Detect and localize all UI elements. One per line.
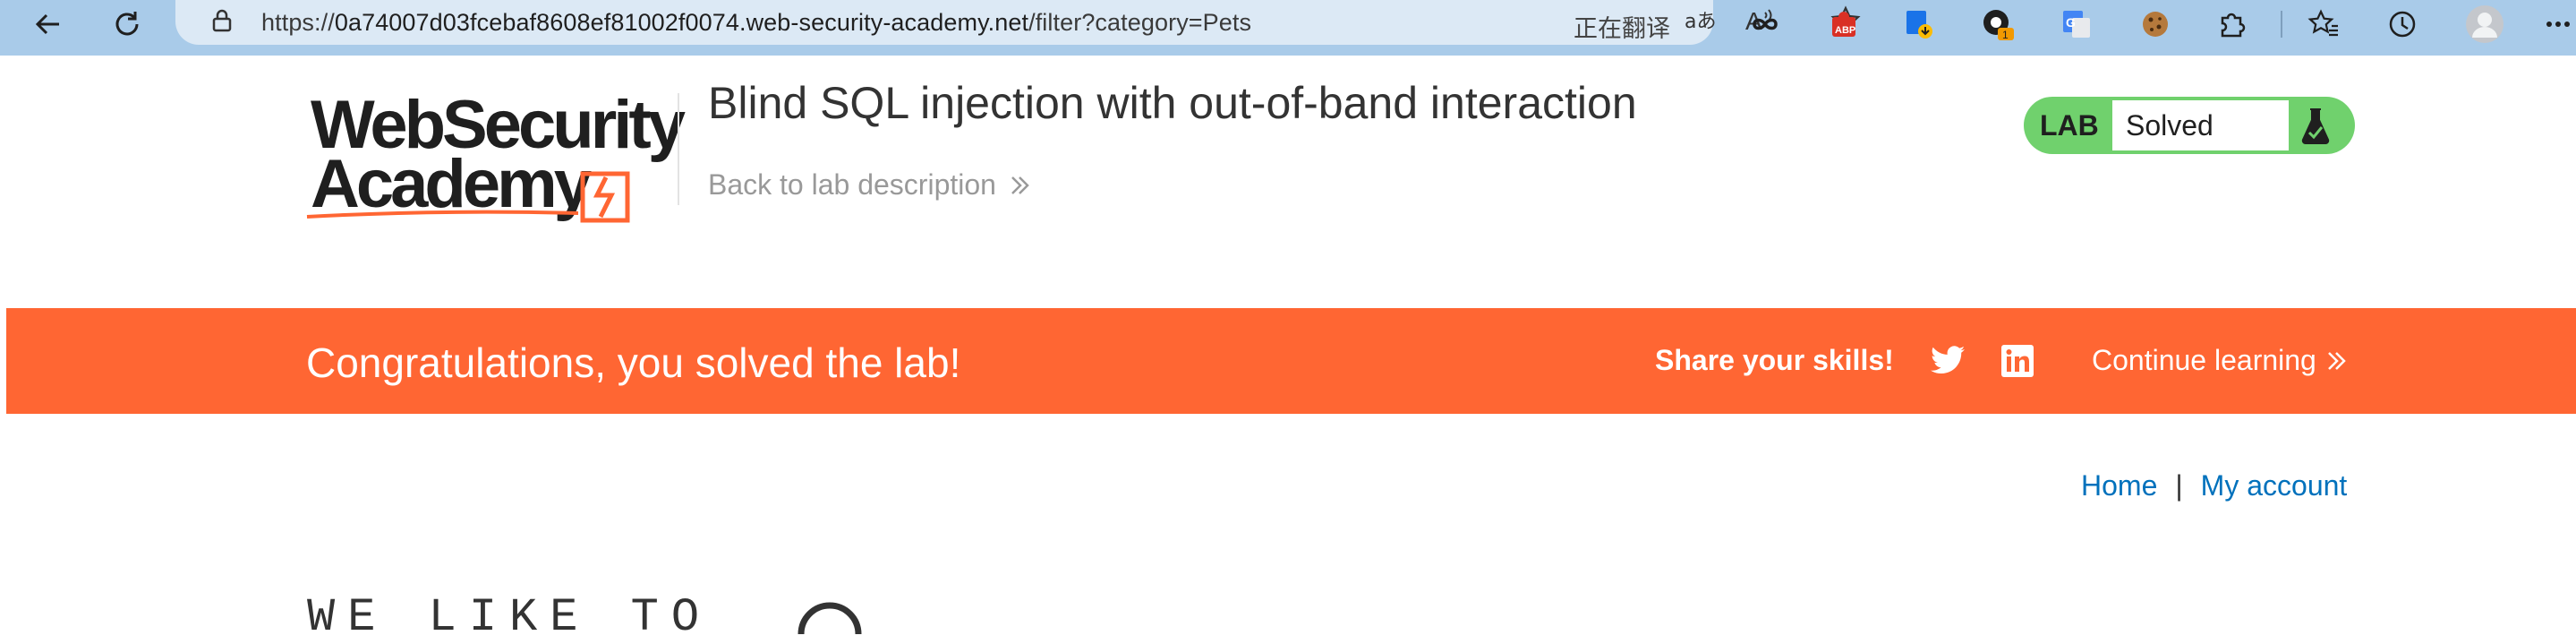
history-icon[interactable] <box>2379 4 2426 45</box>
reload-icon[interactable] <box>104 4 150 45</box>
congratulations-message: Congratulations, you solved the lab! <box>306 339 961 386</box>
nav-separator: | <box>2175 469 2183 502</box>
flask-icon <box>2301 108 2330 144</box>
cookie-extension-icon[interactable] <box>2132 4 2179 45</box>
continue-learning-link[interactable]: Continue learning <box>2092 344 2349 377</box>
svg-text:aあ: aあ <box>1685 11 1716 33</box>
lab-title: Blind SQL injection with out-of-band int… <box>708 78 1637 128</box>
hero-heading: WE LIKE TO <box>307 591 712 644</box>
lab-status-badge: LAB Solved <box>2024 97 2355 154</box>
double-chevron-right-icon <box>1011 176 1029 194</box>
svg-text:G: G <box>2066 15 2076 30</box>
nav-my-account-link[interactable]: My account <box>2201 469 2348 502</box>
header-divider <box>678 93 679 205</box>
twitter-icon[interactable] <box>1931 346 1966 376</box>
double-chevron-right-icon <box>2327 351 2346 370</box>
url-prefix: https:// <box>261 9 335 36</box>
top-nav: Home | My account <box>2081 469 2347 502</box>
infinity-extension-icon[interactable] <box>1742 4 1788 45</box>
site-info-icon[interactable] <box>199 0 245 41</box>
notification-extension-icon[interactable]: 1 <box>1975 4 2021 45</box>
hero-search-graphic <box>798 602 862 634</box>
download-extension-icon[interactable] <box>1896 4 1942 45</box>
browser-toolbar: https://0a74007d03fcebaf8608ef81002f0074… <box>0 0 2576 56</box>
logo-swoosh-icon <box>306 210 579 219</box>
adblock-extension-icon[interactable]: ABP <box>1821 4 1867 45</box>
url-text[interactable]: https://0a74007d03fcebaf8608ef81002f0074… <box>261 9 1251 37</box>
back-to-lab-description-link[interactable]: Back to lab description <box>708 168 1032 202</box>
back-arrow-icon[interactable] <box>25 4 72 45</box>
continue-learning-label: Continue learning <box>2092 344 2316 376</box>
lab-status-text: Solved <box>2126 109 2213 142</box>
favorites-icon[interactable] <box>2300 4 2347 45</box>
toolbar-separator <box>2281 11 2282 38</box>
linkedin-icon[interactable] <box>2000 344 2034 378</box>
more-icon[interactable] <box>2540 4 2576 45</box>
address-bar[interactable]: https://0a74007d03fcebaf8608ef81002f0074… <box>175 0 1861 45</box>
page-content: WebSecurity Academy Blind SQL injection … <box>6 56 2576 644</box>
nav-home-link[interactable]: Home <box>2081 469 2157 502</box>
translate-status: 正在翻译 <box>1574 15 1670 43</box>
profile-avatar-icon[interactable] <box>2461 4 2508 45</box>
extensions-puzzle-icon[interactable] <box>2209 4 2256 45</box>
logo-bolt-icon <box>580 171 630 223</box>
congratulations-banner: Congratulations, you solved the lab! Sha… <box>6 308 2576 414</box>
svg-text:ABP: ABP <box>1835 25 1855 36</box>
web-security-academy-logo[interactable]: WebSecurity Academy <box>306 91 686 226</box>
extension-badge-count: 1 <box>2002 29 2009 41</box>
url-path: /filter?category=Pets <box>1028 9 1252 36</box>
lab-label: LAB <box>2040 109 2099 142</box>
translate-icon[interactable]: aあ <box>1677 0 1724 41</box>
google-translate-extension-icon[interactable]: G <box>2053 4 2100 45</box>
lab-status-box: Solved <box>2112 100 2289 150</box>
url-host: 0a74007d03fcebaf8608ef81002f0074.web-sec… <box>334 9 1029 36</box>
share-skills-label: Share your skills! <box>1655 344 1894 376</box>
back-link-label: Back to lab description <box>708 168 996 201</box>
